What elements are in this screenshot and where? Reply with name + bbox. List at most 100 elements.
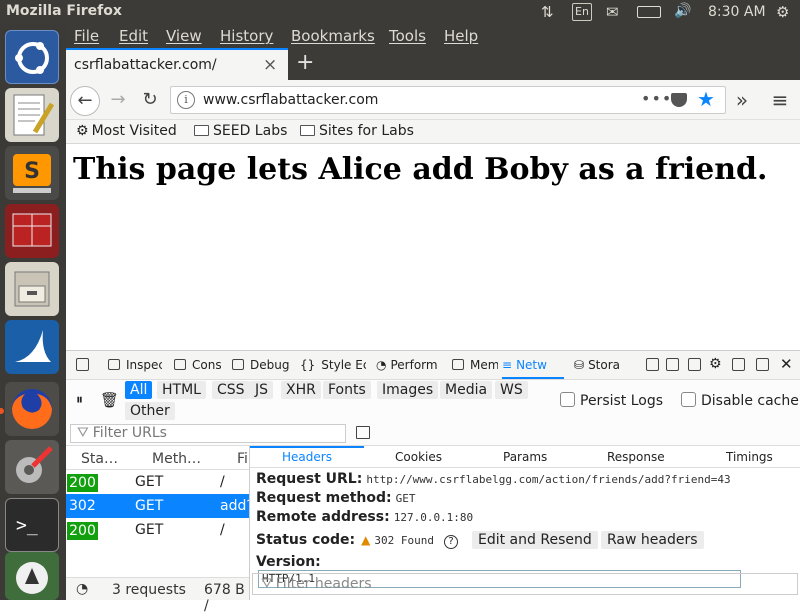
request-url-value: http://www.csrflabelgg.com/action/friend…: [366, 473, 731, 486]
bookmark-most-visited[interactable]: ⚙ Most Visited: [76, 123, 177, 139]
tab-headers[interactable]: Headers: [250, 446, 364, 468]
system-settings-icon[interactable]: [5, 440, 59, 494]
file-manager-icon[interactable]: [5, 262, 59, 316]
pause-icon[interactable]: ⏸: [76, 392, 83, 408]
close-tab-icon[interactable]: ×: [263, 55, 277, 75]
software-updater-icon[interactable]: [5, 552, 59, 600]
network-transfer-icon[interactable]: ⇅: [541, 3, 554, 21]
dock-side-icon[interactable]: [732, 358, 745, 371]
tab-active[interactable]: csrflabattacker.com/ ×: [66, 48, 288, 80]
request-method: GET: [135, 474, 164, 490]
filter-ws[interactable]: WS: [495, 381, 528, 399]
performance-analysis-icon[interactable]: ◔: [76, 581, 88, 597]
checkbox-box[interactable]: [681, 392, 696, 407]
filter-fonts[interactable]: Fonts: [323, 381, 371, 399]
tab-debugger[interactable]: Debug: [232, 358, 290, 372]
menu-edit[interactable]: Edit: [119, 27, 148, 45]
volume-icon[interactable]: 🔊: [674, 3, 691, 21]
url-text[interactable]: www.csrflabattacker.com: [203, 92, 378, 108]
reload-button[interactable]: ↻: [136, 86, 164, 114]
tab-cookies[interactable]: Cookies: [395, 450, 442, 464]
checkbox-box[interactable]: [560, 392, 575, 407]
battery-icon[interactable]: [637, 6, 661, 18]
sublime-text-icon[interactable]: S: [5, 146, 59, 200]
more-tools-icon[interactable]: [646, 358, 659, 371]
tab-performance[interactable]: ◔ Perform: [376, 358, 442, 372]
menu-bookmarks[interactable]: Bookmarks: [291, 27, 375, 45]
filter-css[interactable]: CSS: [212, 381, 250, 399]
menu-help[interactable]: Help: [444, 27, 478, 45]
tab-style-editor[interactable]: {} Style Ec: [300, 358, 366, 372]
disable-cache-checkbox[interactable]: Disable cache: [681, 392, 799, 409]
split-console-icon[interactable]: [666, 358, 679, 371]
back-button[interactable]: ←: [70, 86, 100, 116]
new-tab-button[interactable]: +: [296, 50, 314, 75]
menu-file[interactable]: File: [74, 27, 99, 45]
trash-icon[interactable]: 🗑: [100, 391, 119, 409]
filter-html[interactable]: HTML: [157, 381, 206, 399]
wireshark-icon[interactable]: [5, 320, 59, 374]
overflow-chevron-icon[interactable]: »: [728, 86, 756, 114]
bookmark-sites-for-labs[interactable]: Sites for Labs: [300, 123, 414, 139]
tab-network[interactable]: ≡ Netw: [502, 353, 564, 379]
clock[interactable]: 8:30 AM: [708, 4, 766, 22]
filter-media[interactable]: Media: [440, 381, 493, 399]
debugger-icon: [232, 359, 244, 370]
red-terminal-icon[interactable]: [5, 204, 59, 258]
tab-console[interactable]: Cons: [174, 358, 224, 372]
close-devtools-icon[interactable]: ✕: [780, 355, 793, 373]
undock-icon[interactable]: [756, 358, 769, 371]
raw-headers-button[interactable]: Raw headers: [601, 531, 704, 549]
tab-storage[interactable]: ⛁ Stora: [574, 358, 632, 372]
filter-other[interactable]: Other: [125, 402, 175, 420]
request-url-row: Request URL: http://www.csrflabelgg.com/a…: [256, 471, 731, 487]
request-method: GET: [135, 522, 164, 538]
tab-memory[interactable]: Mem: [452, 358, 498, 372]
filter-headers-input[interactable]: ⛛ Filter headers: [252, 573, 798, 595]
tab-params[interactable]: Params: [503, 450, 547, 464]
site-info-icon[interactable]: i: [177, 91, 195, 109]
help-icon[interactable]: ?: [443, 535, 458, 549]
column-file[interactable]: Fi: [237, 451, 248, 467]
performance-icon: ◔: [376, 358, 387, 372]
settings-gear-icon[interactable]: ⚙: [709, 356, 722, 372]
column-status[interactable]: Sta…: [81, 451, 118, 467]
responsive-design-icon[interactable]: [688, 358, 701, 371]
filter-images[interactable]: Images: [377, 381, 439, 399]
text-editor-icon[interactable]: [5, 88, 59, 142]
request-row-selected[interactable]: 302 GET add?: [66, 494, 249, 518]
filter-xhr[interactable]: XHR: [281, 381, 321, 399]
mail-icon[interactable]: ✉: [606, 3, 619, 21]
request-row[interactable]: 200 GET /: [66, 470, 249, 494]
ubuntu-dash-icon[interactable]: [5, 30, 59, 84]
menu-view[interactable]: View: [166, 27, 202, 45]
bookmark-seed-labs[interactable]: SEED Labs: [194, 123, 287, 139]
storage-icon: ⛁: [574, 358, 585, 372]
terminal-icon[interactable]: >_: [5, 498, 59, 552]
toggle-details-icon[interactable]: [356, 426, 370, 439]
forward-button[interactable]: →: [104, 86, 132, 114]
column-method[interactable]: Meth…: [152, 451, 201, 467]
hamburger-menu-icon[interactable]: ≡: [766, 86, 794, 114]
filter-js[interactable]: JS: [250, 381, 274, 399]
keyboard-layout-indicator[interactable]: En: [572, 3, 592, 21]
pocket-icon[interactable]: [671, 93, 687, 107]
filter-bar: ⛛ Filter URLs: [66, 422, 800, 446]
tab-inspector[interactable]: Inspec: [108, 358, 162, 372]
tab-response[interactable]: Response: [607, 450, 665, 464]
filter-all[interactable]: All: [125, 381, 153, 399]
url-bar[interactable]: i www.csrflabattacker.com ••• ★: [170, 86, 726, 114]
persist-logs-checkbox[interactable]: Persist Logs: [560, 392, 663, 409]
bookmark-star-icon[interactable]: ★: [697, 87, 715, 111]
menu-tools[interactable]: Tools: [389, 27, 426, 45]
edit-resend-button[interactable]: Edit and Resend: [472, 531, 598, 549]
element-picker-icon[interactable]: [76, 358, 89, 371]
firefox-icon[interactable]: [5, 382, 59, 436]
request-row[interactable]: 200 GET /: [66, 518, 249, 542]
menu-history[interactable]: History: [220, 27, 273, 45]
table-header: Sta… Meth… Fi: [66, 446, 249, 470]
filter-urls-input[interactable]: ⛛ Filter URLs: [70, 424, 346, 443]
page-actions-icon[interactable]: •••: [641, 89, 672, 108]
power-gear-icon[interactable]: ⚙: [776, 3, 789, 21]
tab-timings[interactable]: Timings: [726, 450, 773, 464]
